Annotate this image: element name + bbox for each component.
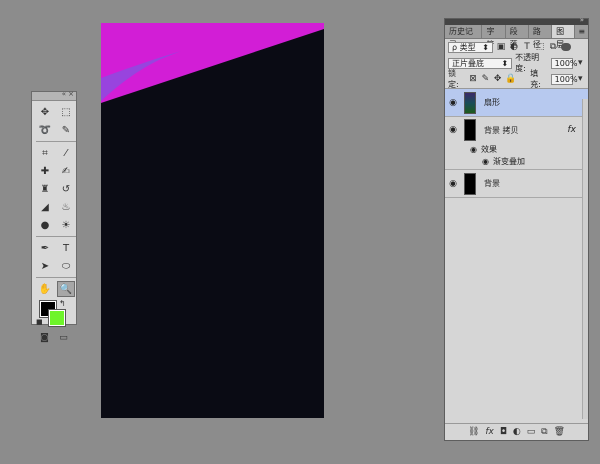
tool-separator [36, 277, 76, 278]
layers-panel: » 历史记录 字符 段落 路径 图层 ≡ ρ 类型 ⬍ ▣ ◐ T ⬚ ⧉ 正片叠… [444, 16, 589, 441]
paint-bucket-tool-icon[interactable]: ♨ [57, 199, 75, 215]
effects-row[interactable]: ◉ 效果 [445, 143, 588, 155]
hand-tool-icon[interactable]: ✋ [36, 281, 54, 297]
quick-mask-icon[interactable]: ◙ [40, 333, 50, 343]
layer-name: 背景 [484, 179, 500, 188]
dodge-tool-icon[interactable]: ☀ [57, 217, 75, 233]
layer-thumbnail [464, 119, 476, 141]
chevron-down-icon: ⬍ [482, 42, 489, 52]
lock-all-icon[interactable]: 🔒 [505, 74, 516, 84]
chevron-down-icon[interactable]: ▾ [576, 74, 585, 84]
fill-label: 填充: [530, 69, 541, 89]
collapse-icon[interactable]: » [580, 16, 584, 24]
tool-separator [36, 236, 76, 237]
type-tool-icon[interactable]: T [57, 240, 75, 256]
document-canvas[interactable] [101, 23, 324, 418]
tool-separator [36, 141, 76, 142]
adjustment-filter-icon[interactable]: ◐ [509, 42, 519, 52]
filter-kind-select[interactable]: ρ 类型 ⬍ [448, 41, 493, 53]
shape-filter-icon[interactable]: ⬚ [535, 42, 545, 52]
lasso-tool-icon[interactable]: ➰ [36, 122, 54, 138]
fx-icon[interactable]: fx [568, 125, 577, 135]
layer-list: ◉ 扇形 ◉ 背景 拷贝 fx ◉ 效果 ◉ 渐变叠加 ◉ 背景 [445, 88, 588, 198]
add-mask-icon[interactable]: ◘ [500, 427, 507, 437]
gradient-overlay-row[interactable]: ◉ 渐变叠加 [445, 155, 588, 170]
filter-toggle[interactable] [561, 43, 571, 51]
fill-input[interactable]: 100% [550, 73, 578, 85]
history-brush-tool-icon[interactable]: ↺ [57, 181, 75, 197]
screen-mode-icon[interactable]: ▭ [59, 333, 69, 343]
tab-paths[interactable]: 路径 [529, 25, 553, 49]
layers-scrollbar[interactable] [582, 99, 588, 419]
collapse-icon[interactable]: « [62, 90, 66, 98]
tab-character[interactable]: 字符 [482, 25, 506, 49]
layer-row-background-copy[interactable]: ◉ 背景 拷贝 fx [445, 117, 588, 143]
eye-icon[interactable]: ◉ [445, 98, 461, 108]
quick-select-tool-icon[interactable]: ✎ [57, 122, 75, 138]
close-icon[interactable]: × [68, 90, 74, 98]
panel-menu-icon[interactable]: ≡ [575, 25, 588, 38]
eye-icon[interactable]: ◉ [445, 145, 481, 154]
brush-tool-icon[interactable]: ✍ [57, 163, 75, 179]
eyedropper-tool-icon[interactable]: ⁄ [57, 145, 75, 161]
layers-footer: ⛓ fx ◘ ◐ ▭ ⧉ 🗑 [445, 423, 588, 440]
fx-icon[interactable]: fx [485, 427, 494, 437]
shape-tool-icon[interactable]: ⬭ [57, 258, 75, 274]
zoom-tool-icon[interactable]: 🔍 [57, 281, 75, 297]
trash-icon[interactable]: 🗑 [554, 427, 565, 437]
panel-tabs: 历史记录 字符 段落 路径 图层 ≡ [445, 25, 588, 49]
move-tool-icon[interactable]: ✥ [36, 104, 54, 120]
chevron-down-icon: ⬍ [501, 58, 509, 68]
swap-colors-icon[interactable]: ↰ [59, 299, 66, 308]
group-folder-icon[interactable]: ▭ [527, 427, 536, 437]
blend-row: 正片叠底 ⬍ 不透明度: 100% ▾ [445, 53, 588, 73]
eye-icon[interactable]: ◉ [445, 179, 461, 189]
effects-label: 效果 [481, 144, 497, 154]
color-swatches: ↰ ■ [32, 299, 76, 331]
lock-label: 锁定: [448, 69, 459, 89]
type-filter-icon[interactable]: T [522, 42, 532, 52]
eraser-tool-icon[interactable]: ◢ [36, 199, 54, 215]
tools-title-bar[interactable]: « × [32, 90, 76, 101]
adjustment-layer-icon[interactable]: ◐ [513, 427, 521, 437]
blend-mode-select[interactable]: 正片叠底 ⬍ [448, 57, 513, 69]
layer-row-background[interactable]: ◉ 背景 [445, 170, 588, 198]
pixel-filter-icon[interactable]: ▣ [496, 42, 506, 52]
eye-icon[interactable]: ◉ [445, 125, 461, 135]
lock-position-icon[interactable]: ✥ [493, 74, 502, 84]
gradient-overlay-label: 渐变叠加 [493, 156, 525, 166]
new-layer-icon[interactable]: ⧉ [541, 427, 547, 437]
opacity-input[interactable]: 100% [550, 57, 578, 69]
lock-transparency-icon[interactable]: ⊠ [468, 74, 477, 84]
spot-heal-tool-icon[interactable]: ✚ [36, 163, 54, 179]
clone-stamp-tool-icon[interactable]: ♜ [36, 181, 54, 197]
background-color-swatch[interactable] [48, 309, 66, 327]
lock-pixels-icon[interactable]: ✎ [481, 74, 490, 84]
layer-row-fan[interactable]: ◉ 扇形 [445, 89, 588, 117]
tool-grid: ✥ ⬚ ➰ ✎ ⌗ ⁄ ✚ ✍ ♜ ↺ ◢ ♨ ● ☀ ✒ T ➤ ⬭ ✋ 🔍 [32, 101, 76, 297]
path-select-tool-icon[interactable]: ➤ [36, 258, 54, 274]
layer-name: 扇形 [484, 98, 500, 107]
smart-object-filter-icon[interactable]: ⧉ [548, 42, 558, 52]
layer-name: 背景 拷贝 [484, 125, 519, 135]
chevron-down-icon[interactable]: ▾ [576, 58, 585, 68]
default-colors-icon[interactable]: ■ [36, 318, 43, 326]
tab-paragraph[interactable]: 段落 [506, 25, 529, 49]
eye-icon[interactable]: ◉ [445, 157, 493, 166]
tab-layers[interactable]: 图层 [552, 25, 576, 49]
lock-row: 锁定: ⊠ ✎ ✥ 🔒 填充: 100% ▾ [445, 69, 588, 89]
layer-thumbnail [464, 91, 476, 114]
artboard-tool-icon[interactable]: ⬚ [57, 104, 75, 120]
filter-kind-label: ρ 类型 [452, 42, 476, 52]
pen-tool-icon[interactable]: ✒ [36, 240, 54, 256]
tab-history[interactable]: 历史记录 [445, 25, 483, 49]
link-layers-icon[interactable]: ⛓ [468, 427, 479, 437]
tools-palette: « × ✥ ⬚ ➰ ✎ ⌗ ⁄ ✚ ✍ ♜ ↺ ◢ ♨ ● ☀ ✒ T ➤ ⬭ ✋ 🔍 ↰ ■ ◙ ▭ [31, 90, 77, 343]
star-trail-image [101, 23, 324, 418]
blend-mode-value: 正片叠底 [452, 58, 484, 68]
crop-tool-icon[interactable]: ⌗ [36, 145, 54, 161]
layer-thumbnail [464, 172, 476, 195]
blur-tool-icon[interactable]: ● [36, 217, 54, 233]
